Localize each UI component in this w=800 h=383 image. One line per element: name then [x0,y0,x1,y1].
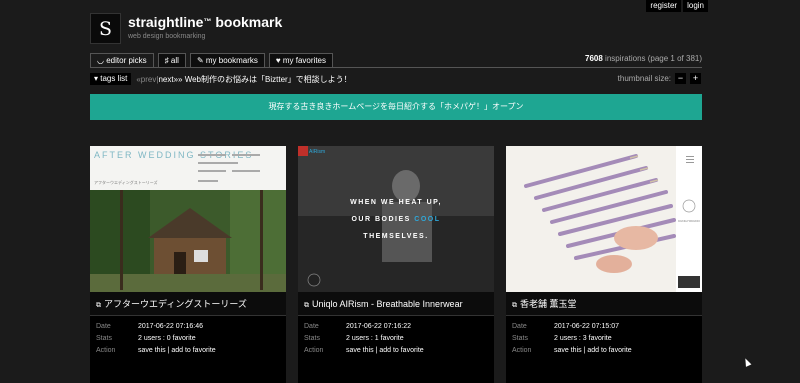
tab-all[interactable]: ♯ all [157,53,186,68]
action-label: Action [96,347,116,354]
pager-bar: ▾ tags list «prev | next» » Web制作のお悩みは「B… [90,73,352,85]
site-subtitle: web design bookmarking [128,33,206,40]
stats-value[interactable]: 2 users : 3 favorite [554,335,612,347]
thumbnail-size-control: thumbnail size: − + [618,73,701,84]
site-header: S straightline™ bookmark web design book… [90,13,282,44]
site-thumbnail[interactable]: AFTER WEDDING STORIES アフターウエディングストーリーズ [90,146,286,292]
thumb2-line1: WHEN WE HEAT UP, [350,199,442,206]
thumb1-heading: AFTER WEDDING STORIES [94,150,253,160]
thumbnail-size-label: thumbnail size: [617,74,671,83]
action-links[interactable]: save this | add to favorite [346,347,424,359]
date-label: Date [304,323,319,330]
bookmark-card: KUNGYOKUDO ⧉ 香老舗 薫玉堂 Date 2017-06-22 07:15… [506,146,702,383]
announcement-banner[interactable]: 現存する古き良きホームページを毎日紹介する「ホメパゲ！」オープン [90,94,702,120]
minus-icon[interactable]: − [675,73,686,84]
site-title[interactable]: straightline™ bookmark [128,13,282,31]
bookmark-title-link[interactable]: ⧉ アフターウエディングストーリーズ [90,292,286,316]
hash-icon: ♯ [164,56,169,65]
bookmark-card: AIRism WHEN WE HEAT UP, OUR BODIES COOL … [298,146,494,383]
site-title-text2: bookmark [211,14,283,30]
action-links[interactable]: save this | add to favorite [554,347,632,359]
action-label: Action [304,347,324,354]
brand-text: straightline™ bookmark web design bookma… [128,13,282,40]
thumb2-line3: THEMSELVES. [363,233,428,240]
bookmark-meta: Date 2017-06-22 07:16:22 Stats 2 users : 1… [298,316,494,359]
stats-label: Stats [512,335,528,342]
bookmark-title-link[interactable]: ⧉ Uniqlo AIRism - Breathable Innerwear [298,292,494,316]
date-label: Date [96,323,111,330]
site-thumbnail[interactable]: KUNGYOKUDO [506,146,702,292]
account-links: register login [646,0,708,12]
site-logo[interactable]: S [90,13,121,44]
stats-label: Stats [304,335,320,342]
tab-label: all [170,56,179,65]
stats-label: Stats [96,335,112,342]
bookmark-title: Uniqlo AIRism - Breathable Innerwear [312,299,463,309]
tab-label: my favorites [282,56,326,65]
thumb1-sub: アフターウエディングストーリーズ [94,179,158,185]
count-number: 7608 [585,54,603,63]
prev-link[interactable]: «prev [136,75,156,84]
filter-tabs: ◡ editor picks ♯ all ✎ my bookmarks ♥ my… [90,53,333,68]
tags-list-button[interactable]: ▾ tags list [90,73,132,85]
login-link[interactable]: login [683,0,708,12]
thumb2-product: AIRism [309,149,325,155]
date-value: 2017-06-22 07:16:22 [346,323,411,330]
tab-label: editor picks [106,56,147,65]
site-thumbnail[interactable]: AIRism WHEN WE HEAT UP, OUR BODIES COOL … [298,146,494,292]
tab-my-bookmarks[interactable]: ✎ my bookmarks [189,53,265,68]
bookmark-title: 香老舗 薫玉堂 [520,299,577,309]
inspiration-count: 7608 inspirations (page 1 of 381) [585,54,702,63]
heart-icon: ♥ [275,56,281,65]
bookmark-title: アフターウエディングストーリーズ [104,299,247,309]
mouse-cursor-icon [742,357,752,367]
register-link[interactable]: register [646,0,682,12]
tab-divider [90,67,702,68]
date-label: Date [512,323,527,330]
tab-editor-picks[interactable]: ◡ editor picks [90,53,154,68]
svg-text:OUR BODIES COOL: OUR BODIES COOL [351,216,440,223]
date-value: 2017-06-22 07:15:07 [554,323,619,330]
stats-value[interactable]: 2 users : 0 favorite [138,335,196,347]
action-label: Action [512,347,532,354]
pencil-icon: ✎ [196,56,204,65]
tab-label: my bookmarks [205,56,258,65]
tab-my-favorites[interactable]: ♥ my favorites [268,53,333,68]
count-text: inspirations (page 1 of 381) [602,54,702,63]
bookmark-title-link[interactable]: ⧉ 香老舗 薫玉堂 [506,292,702,316]
plus-icon[interactable]: + [690,73,701,84]
thumb3-brand: KUNGYOKUDO [678,219,700,223]
thumb2-line2a: OUR BODIES [351,216,414,223]
bookmark-meta: Date 2017-06-22 07:15:07 Stats 2 users : 3… [506,316,702,359]
site-title-text: straightline [128,14,204,30]
external-link-icon: ⧉ [96,302,101,309]
promo-link[interactable]: » Web制作のお悩みは「Biztter」で相談しよう！ [178,74,352,85]
bookmark-meta: Date 2017-06-22 07:16:46 Stats 2 users : 0… [90,316,286,359]
next-link[interactable]: next» [158,75,178,84]
external-link-icon: ⧉ [512,302,517,309]
action-links[interactable]: save this | add to favorite [138,347,216,359]
date-value: 2017-06-22 07:16:46 [138,323,203,330]
editor-picks-icon: ◡ [97,56,104,65]
external-link-icon: ⧉ [304,302,309,309]
thumb2-line2b: COOL [414,216,440,223]
stats-value[interactable]: 2 users : 1 favorite [346,335,404,347]
bookmark-card: AFTER WEDDING STORIES アフターウエディングストーリーズ ⧉… [90,146,286,383]
